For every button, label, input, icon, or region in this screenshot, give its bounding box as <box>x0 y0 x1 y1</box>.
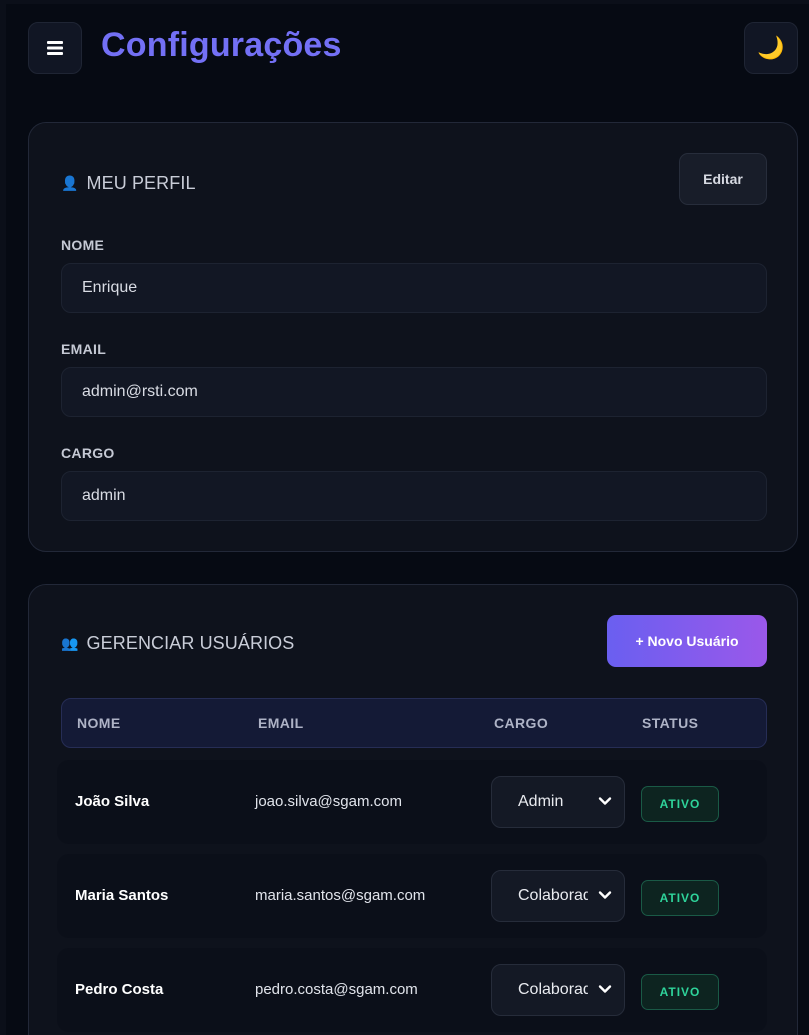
email-field[interactable]: admin@rsti.com <box>61 367 767 417</box>
email-field-label: EMAIL <box>61 341 107 357</box>
name-field-label: NOME <box>61 237 105 253</box>
column-header-email: EMAIL <box>258 715 304 731</box>
status-badge: ATIVO <box>641 786 719 822</box>
role-select[interactable]: Colaborador <box>491 870 625 922</box>
users-card: 👥 GERENCIAR USUÁRIOS + Novo Usuário NOME… <box>28 584 798 1035</box>
profile-section-title: 👤 MEU PERFIL <box>61 173 196 194</box>
new-user-button[interactable]: + Novo Usuário <box>607 615 767 667</box>
role-field-label: CARGO <box>61 445 115 461</box>
column-header-role: CARGO <box>494 715 549 731</box>
users-table-header: NOME EMAIL CARGO STATUS <box>61 698 767 748</box>
hamburger-icon <box>47 41 63 55</box>
user-email: joao.silva@sgam.com <box>255 793 402 810</box>
table-row: Pedro Costa pedro.costa@sgam.com Colabor… <box>57 948 767 1032</box>
role-field[interactable]: admin <box>61 471 767 521</box>
edit-profile-button[interactable]: Editar <box>679 153 767 205</box>
user-icon: 👤 <box>61 175 79 191</box>
page-title: Configurações <box>101 26 342 64</box>
profile-title-label: MEU PERFIL <box>86 173 196 193</box>
table-row: João Silva joao.silva@sgam.com Admin ATI… <box>57 760 767 844</box>
column-header-status: STATUS <box>642 715 699 731</box>
name-field[interactable]: Enrique <box>61 263 767 313</box>
status-badge: ATIVO <box>641 880 719 916</box>
chevron-down-icon <box>598 797 612 805</box>
chevron-down-icon <box>598 891 612 899</box>
table-row: Maria Santos maria.santos@sgam.com Colab… <box>57 854 767 938</box>
moon-icon: 🌙 <box>757 35 785 60</box>
user-email: maria.santos@sgam.com <box>255 887 426 904</box>
theme-toggle-button[interactable]: 🌙 <box>744 22 798 74</box>
column-header-name: NOME <box>77 715 121 731</box>
user-name: João Silva <box>75 793 150 810</box>
role-select[interactable]: Colaborador <box>491 964 625 1016</box>
role-select-value: Admin <box>518 793 564 810</box>
users-section-title: 👥 GERENCIAR USUÁRIOS <box>61 633 294 654</box>
role-select-value: Colaborador <box>518 981 588 998</box>
role-select-value: Colaborador <box>518 887 588 904</box>
role-select[interactable]: Admin <box>491 776 625 828</box>
user-name: Pedro Costa <box>75 981 164 998</box>
profile-card: 👤 MEU PERFIL Editar NOME Enrique EMAIL a… <box>28 122 798 552</box>
settings-page: Configurações 🌙 👤 MEU PERFIL Editar NOME… <box>0 0 809 1035</box>
user-name: Maria Santos <box>75 887 169 904</box>
users-title-label: GERENCIAR USUÁRIOS <box>86 633 295 653</box>
chevron-down-icon <box>598 985 612 993</box>
menu-button[interactable] <box>28 22 82 74</box>
status-badge: ATIVO <box>641 974 719 1010</box>
users-icon: 👥 <box>61 635 79 651</box>
user-email: pedro.costa@sgam.com <box>255 981 418 998</box>
